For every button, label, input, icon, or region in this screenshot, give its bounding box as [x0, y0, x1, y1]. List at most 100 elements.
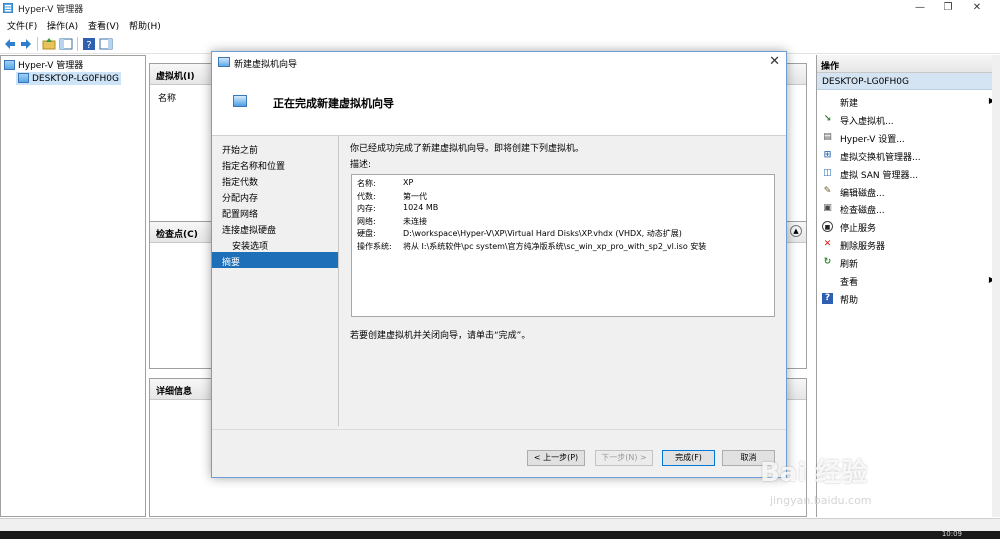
- hyperv-manager-icon: [4, 60, 15, 70]
- next-button[interactable]: 下一步(N) >: [595, 450, 653, 466]
- actions-scrollbar[interactable]: [992, 55, 1000, 517]
- action-item[interactable]: ✎ 编辑磁盘...: [817, 183, 1000, 201]
- action-item[interactable]: ▤ Hyper-V 设置...: [817, 129, 1000, 147]
- new-vm-wizard-dialog: 新建虚拟机向导 ✕ 正在完成新建虚拟机向导 开始之前 指定名称和位置 指定代数 分配内…: [211, 51, 787, 478]
- action-item[interactable]: ◫ 虚拟 SAN 管理器...: [817, 165, 1000, 183]
- settings-doc-icon: ▤: [823, 131, 832, 142]
- minimize-button[interactable]: —: [905, 0, 935, 17]
- summary-key: 操作系统:: [357, 241, 392, 251]
- wizard-steps: 开始之前 指定名称和位置 指定代数 分配内存 配置网络 连接虚拟硬盘 安装选项 摘要: [212, 136, 338, 429]
- summary-intro: 你已经成功完成了新建虚拟机向导。即将创建下列虚拟机。: [350, 144, 585, 154]
- action-item-label: 导入虚拟机...: [840, 116, 894, 127]
- help-icon: ?: [822, 292, 833, 304]
- wizard-footer: < 上一步(P) 下一步(N) > 完成(F) 取消: [212, 429, 786, 477]
- action-item[interactable]: ■ 停止服务: [817, 218, 1000, 236]
- status-bar: [0, 518, 1000, 531]
- hyperv-app-icon: [3, 3, 13, 13]
- action-item[interactable]: ⊞ 虚拟交换机管理器...: [817, 147, 1000, 165]
- spacer-icon: [822, 275, 833, 286]
- inspect-disk-icon: ▣: [823, 203, 832, 214]
- window-title: Hyper-V 管理器: [18, 5, 84, 15]
- action-item-label: 检查磁盘...: [840, 206, 885, 217]
- baidu-watermark: Bai 经验: [760, 458, 868, 488]
- tree-root-hyperv-manager[interactable]: Hyper-V 管理器: [4, 58, 83, 71]
- wizard-content: 你已经成功完成了新建虚拟机向导。即将创建下列虚拟机。 描述: 名称: XP 代数: 第…: [350, 136, 776, 429]
- spacer-icon: [822, 96, 833, 107]
- previous-button[interactable]: < 上一步(P): [527, 450, 585, 466]
- wizard-step[interactable]: 安装选项: [212, 236, 338, 252]
- action-item-label: 编辑磁盘...: [840, 188, 885, 199]
- wizard-body: 开始之前 指定名称和位置 指定代数 分配内存 配置网络 连接虚拟硬盘 安装选项 摘要 你已经成…: [212, 136, 786, 429]
- action-item-label: 停止服务: [840, 224, 877, 235]
- wizard-icon: [218, 57, 230, 67]
- finish-hint: 若要创建虚拟机并关闭向导，请单击“完成”。: [350, 331, 531, 341]
- delete-icon: ✕: [823, 239, 832, 250]
- tree-root-label: Hyper-V 管理器: [18, 61, 84, 71]
- wizard-step[interactable]: 指定代数: [212, 172, 338, 188]
- summary-value: 1024 MB: [403, 203, 439, 212]
- menu-view[interactable]: 查看(V): [88, 19, 119, 32]
- forward-arrow-icon[interactable]: [19, 37, 33, 51]
- action-item-label: 新建: [840, 99, 859, 109]
- menu-file[interactable]: 文件(F): [7, 19, 37, 32]
- summary-key: 内存:: [357, 204, 376, 213]
- toolbar-separator: [77, 37, 78, 51]
- action-item[interactable]: 查看▶: [817, 272, 1000, 290]
- summary-box[interactable]: 名称: XP 代数: 第一代 内存: 1024 MB 网络: 未连接 硬盘: D:\workspa…: [351, 174, 775, 317]
- wizard-step[interactable]: 分配内存: [212, 188, 338, 204]
- wizard-banner: 正在完成新建虚拟机向导: [212, 74, 786, 136]
- summary-value: D:\workspace\Hyper-V\XP\Virtual Hard Dis…: [403, 229, 682, 238]
- help-icon[interactable]: ?: [82, 37, 96, 51]
- summary-value: 未连接: [403, 216, 427, 226]
- tree-host-label: DESKTOP-LG0FH0G: [32, 74, 119, 84]
- taskbar: 10:09: [0, 530, 1000, 539]
- navigation-tree: Hyper-V 管理器 DESKTOP-LG0FH0G: [0, 55, 146, 517]
- stop-icon: ■: [822, 221, 833, 233]
- menu-action[interactable]: 操作(A): [47, 19, 78, 32]
- window-titlebar: Hyper-V 管理器 — ❐ ✕: [0, 0, 1000, 17]
- up-folder-icon[interactable]: [42, 37, 56, 51]
- action-item[interactable]: ✕ 删除服务器: [817, 236, 1000, 254]
- new-vm-icon: [233, 95, 247, 107]
- dialog-titlebar: 新建虚拟机向导 ✕: [212, 52, 786, 74]
- edit-disk-icon: ✎: [823, 185, 832, 196]
- action-item-label: 删除服务器: [840, 242, 886, 253]
- show-hide-tree-icon[interactable]: [59, 37, 73, 51]
- svg-text:?: ?: [86, 40, 91, 51]
- action-item-label: 虚拟 SAN 管理器...: [840, 170, 919, 181]
- action-item[interactable]: ↻ 刷新: [817, 254, 1000, 272]
- window-close-button[interactable]: ✕: [962, 0, 992, 17]
- dialog-close-button[interactable]: ✕: [769, 54, 780, 69]
- wizard-step[interactable]: 开始之前: [212, 140, 338, 156]
- summary-value: XP: [403, 178, 414, 187]
- maximize-button[interactable]: ❐: [933, 0, 963, 17]
- actions-header: 操作: [817, 55, 1000, 73]
- action-item-label: 虚拟交换机管理器...: [840, 152, 921, 163]
- action-item-label: Hyper-V 设置...: [840, 134, 905, 145]
- san-icon: ◫: [823, 167, 832, 178]
- wizard-step[interactable]: 摘要: [212, 252, 338, 268]
- back-arrow-icon[interactable]: [3, 37, 17, 51]
- wizard-step[interactable]: 指定名称和位置: [212, 156, 338, 172]
- action-item[interactable]: ↘ 导入虚拟机...: [817, 111, 1000, 129]
- show-action-pane-icon[interactable]: [99, 37, 113, 51]
- actions-pane: 操作 DESKTOP-LG0FH0G 新建▶ ↘ 导入虚拟机... ▤ Hyper-V …: [816, 55, 1000, 517]
- summary-value: 第一代: [403, 191, 427, 201]
- wizard-step[interactable]: 连接虚拟硬盘: [212, 220, 338, 236]
- collapse-button[interactable]: ▲: [790, 225, 802, 237]
- action-item-label: 刷新: [840, 260, 859, 271]
- tree-host-node[interactable]: DESKTOP-LG0FH0G: [16, 72, 121, 85]
- switch-icon: ⊞: [823, 149, 832, 160]
- menu-help[interactable]: 帮助(H): [129, 19, 161, 32]
- finish-button[interactable]: 完成(F): [662, 450, 715, 466]
- summary-key: 代数:: [357, 191, 376, 201]
- actions-section-host[interactable]: DESKTOP-LG0FH0G: [817, 73, 1000, 90]
- action-item[interactable]: ▣ 检查磁盘...: [817, 200, 1000, 218]
- action-item[interactable]: ? 帮助: [817, 290, 1000, 308]
- taskbar-clock: 10:09: [941, 530, 962, 538]
- description-label: 描述:: [350, 160, 372, 170]
- dialog-title: 新建虚拟机向导: [234, 60, 298, 70]
- import-icon: ↘: [823, 113, 832, 124]
- wizard-step[interactable]: 配置网络: [212, 204, 338, 220]
- action-item[interactable]: 新建▶: [817, 93, 1000, 111]
